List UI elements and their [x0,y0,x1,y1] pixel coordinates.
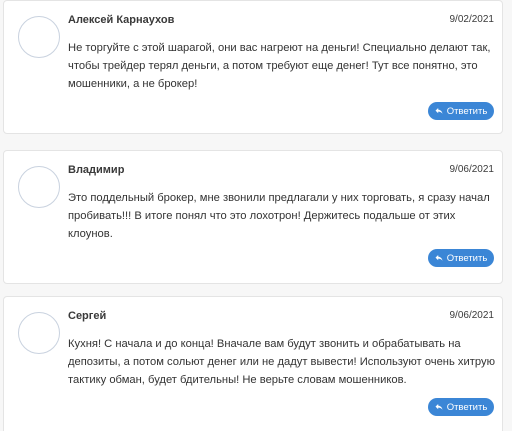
comment-text: Не торгуйте с этой шарагой, они вас нагр… [68,42,491,90]
comment-author: Владимир [68,164,125,176]
reply-arrow-icon [435,107,443,115]
comment-date: 9/06/2021 [449,164,495,175]
avatar [18,166,60,208]
reply-button-label: Ответить [446,401,488,413]
comment-text: Это поддельный брокер, мне звонили предл… [68,192,490,240]
comment-card: Владимир 9/06/2021 Это поддельный брокер… [3,150,503,284]
reply-button[interactable]: Ответить [428,249,494,267]
reply-button-label: Ответить [446,105,488,117]
avatar [18,312,60,354]
comment-author: Сергей [68,310,107,322]
comment-text: Кухня! С начала и до конца! Вначале вам … [68,338,495,386]
comment-date: 9/06/2021 [449,310,495,321]
avatar [18,16,60,58]
comment-author: Алексей Карнаухов [68,14,175,26]
comment-card: Сергей 9/06/2021 Кухня! С начала и до ко… [3,296,503,431]
reply-arrow-icon [435,403,443,411]
reply-button[interactable]: Ответить [428,398,494,416]
reply-button-label: Ответить [446,252,488,264]
comment-card: Алексей Карнаухов 9/02/2021 Не торгуйте … [3,0,503,134]
comment-date: 9/02/2021 [449,14,495,25]
reply-arrow-icon [435,254,443,262]
reply-button[interactable]: Ответить [428,102,494,120]
